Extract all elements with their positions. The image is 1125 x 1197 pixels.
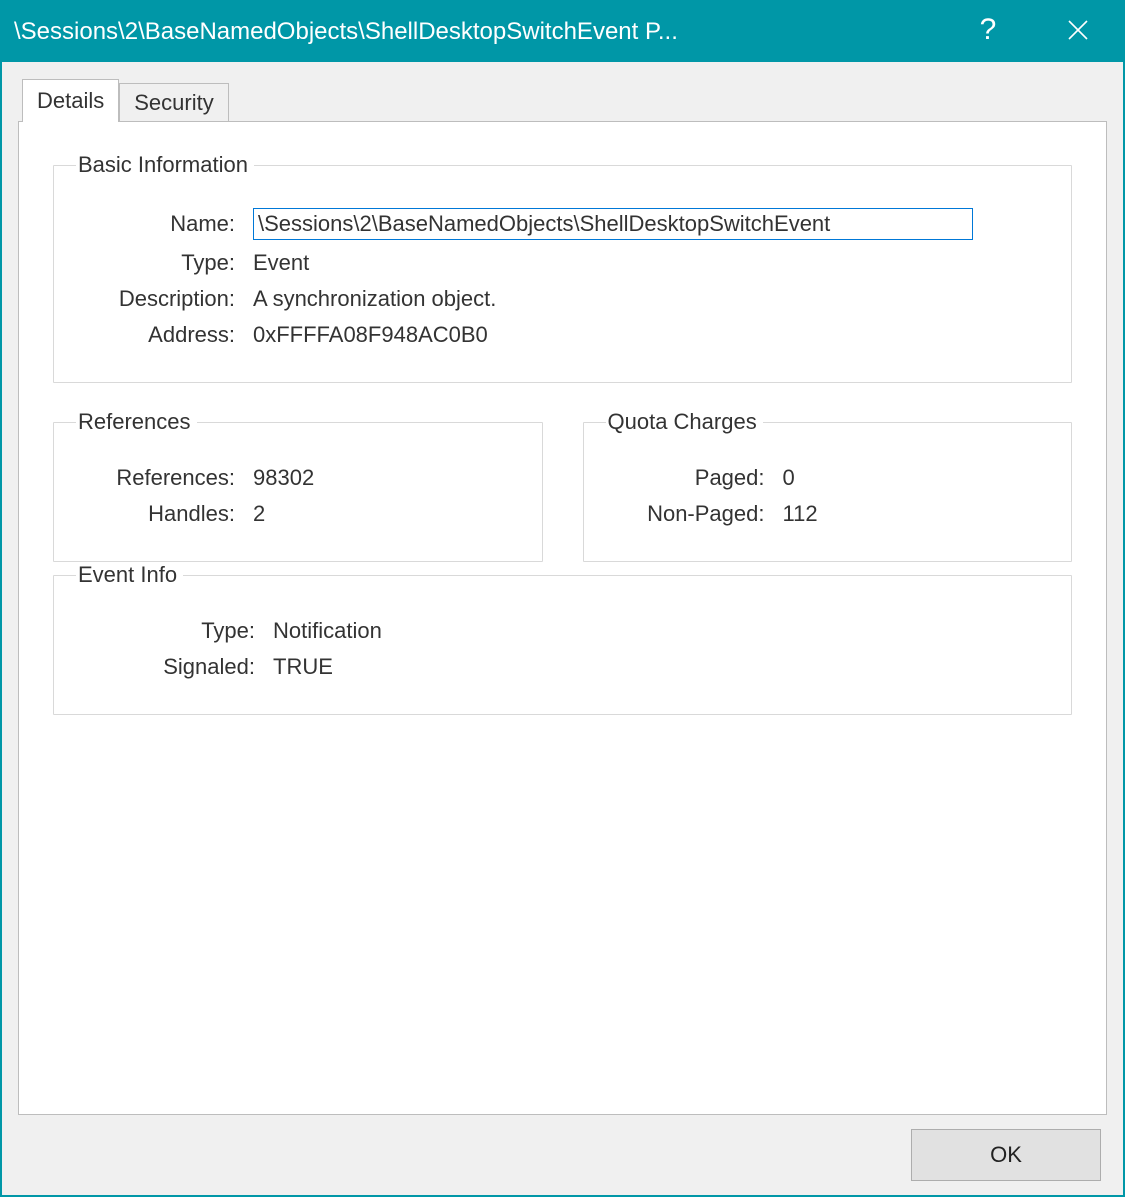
row-nonpaged: Non-Paged: 112: [610, 501, 1046, 527]
value-handles: 2: [253, 501, 265, 527]
tab-details[interactable]: Details: [22, 79, 119, 122]
dialog-footer: OK: [18, 1123, 1107, 1181]
label-references: References:: [80, 465, 235, 491]
label-event-type: Type:: [80, 618, 255, 644]
row-references: References: 98302: [80, 465, 516, 491]
label-name: Name:: [80, 211, 235, 237]
value-nonpaged: 112: [783, 501, 818, 527]
row-description: Description: A synchronization object.: [80, 286, 1045, 312]
help-icon: ?: [980, 13, 997, 47]
group-references-legend: References: [76, 409, 197, 435]
label-nonpaged: Non-Paged:: [610, 501, 765, 527]
group-quota-charges: Quota Charges Paged: 0 Non-Paged: 112: [583, 409, 1073, 562]
row-address: Address: 0xFFFFA08F948AC0B0: [80, 322, 1045, 348]
label-signaled: Signaled:: [80, 654, 255, 680]
two-column-section: References References: 98302 Handles: 2 …: [53, 409, 1072, 562]
row-signaled: Signaled: TRUE: [80, 654, 1045, 680]
label-type: Type:: [80, 250, 235, 276]
close-icon: [1067, 17, 1089, 48]
label-handles: Handles:: [80, 501, 235, 527]
properties-dialog: \Sessions\2\BaseNamedObjects\ShellDeskto…: [0, 0, 1125, 1197]
label-paged: Paged:: [610, 465, 765, 491]
value-address: 0xFFFFA08F948AC0B0: [253, 322, 488, 348]
label-address: Address:: [80, 322, 235, 348]
tab-panel-details: Basic Information Name: Type: Event Desc…: [18, 121, 1107, 1115]
group-basic-legend: Basic Information: [76, 152, 254, 178]
value-event-type: Notification: [273, 618, 382, 644]
tab-control: Details Security Basic Information Name:…: [18, 78, 1107, 1115]
value-signaled: TRUE: [273, 654, 333, 680]
value-type: Event: [253, 250, 309, 276]
client-area: Details Security Basic Information Name:…: [2, 62, 1123, 1195]
value-references: 98302: [253, 465, 314, 491]
label-description: Description:: [80, 286, 235, 312]
group-references: References References: 98302 Handles: 2: [53, 409, 543, 562]
name-field[interactable]: [253, 208, 973, 240]
row-paged: Paged: 0: [610, 465, 1046, 491]
tab-security[interactable]: Security: [119, 83, 228, 122]
row-handles: Handles: 2: [80, 501, 516, 527]
group-quota-legend: Quota Charges: [606, 409, 763, 435]
help-button[interactable]: ?: [943, 0, 1033, 60]
group-event-info: Event Info Type: Notification Signaled: …: [53, 562, 1072, 715]
row-type: Type: Event: [80, 250, 1045, 276]
window-title: \Sessions\2\BaseNamedObjects\ShellDeskto…: [14, 18, 943, 46]
titlebar[interactable]: \Sessions\2\BaseNamedObjects\ShellDeskto…: [2, 2, 1123, 62]
group-basic-information: Basic Information Name: Type: Event Desc…: [53, 152, 1072, 383]
close-button[interactable]: [1033, 2, 1123, 62]
value-paged: 0: [783, 465, 795, 491]
row-event-type: Type: Notification: [80, 618, 1045, 644]
ok-button[interactable]: OK: [911, 1129, 1101, 1181]
group-eventinfo-legend: Event Info: [76, 562, 183, 588]
row-name: Name:: [80, 208, 1045, 240]
tabstrip: Details Security: [18, 78, 1107, 121]
value-description: A synchronization object.: [253, 286, 496, 312]
